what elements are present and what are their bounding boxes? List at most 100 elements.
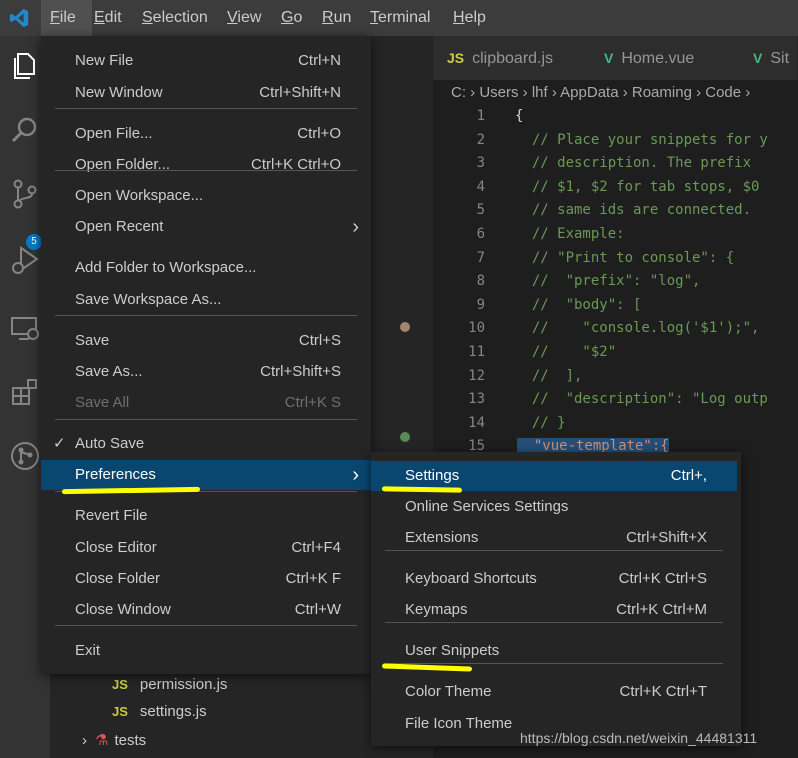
line-number: 12 xyxy=(468,367,485,384)
js-file-icon: JS xyxy=(447,50,465,66)
js-file-icon: JS xyxy=(112,677,128,692)
menu-item-label: Close Folder xyxy=(75,570,161,587)
menu-terminal[interactable]: Terminal xyxy=(370,0,430,36)
menu-item-save-as[interactable]: Save As... Ctrl+Shift+S xyxy=(41,357,371,387)
submenu-item-extensions[interactable]: Extensions Ctrl+Shift+X xyxy=(371,523,737,553)
menu-item-label: Open Workspace... xyxy=(75,187,204,204)
menu-separator xyxy=(55,419,357,420)
tab-home-vue[interactable]: V Home.vue xyxy=(586,36,741,80)
line-number: 13 xyxy=(468,391,485,408)
js-file-icon: JS xyxy=(112,704,128,719)
menu-item-save-all[interactable]: Save All Ctrl+K S xyxy=(41,388,371,418)
menu-item-label: Close Editor xyxy=(75,539,157,556)
watermark: https://blog.csdn.net/weixin_44481311 xyxy=(520,730,758,746)
menu-item-preferences[interactable]: Preferences › xyxy=(41,460,371,490)
menu-item-open-recent[interactable]: Open Recent › xyxy=(41,212,371,242)
menu-run[interactable]: Run xyxy=(322,0,351,36)
test-folder-icon: ⚗ xyxy=(95,732,109,749)
menu-item-label: Save Workspace As... xyxy=(75,291,222,308)
code-line: // $1, $2 for tab stops, $0 xyxy=(515,178,760,195)
menu-item-close-editor[interactable]: Close Editor Ctrl+F4 xyxy=(41,533,371,563)
line-number: 10 xyxy=(468,320,485,337)
menu-item-label: New Window xyxy=(75,84,163,101)
search-icon[interactable] xyxy=(9,114,41,146)
menu-item-add-folder-to-workspace[interactable]: Add Folder to Workspace... xyxy=(41,253,371,283)
menubar: File Edit Selection View Go Run Terminal… xyxy=(0,0,798,36)
vue-file-icon: V xyxy=(753,50,763,66)
tree-item-file[interactable]: JS permission.js xyxy=(112,676,227,693)
menu-item-shortcut: Ctrl+Shift+S xyxy=(260,363,341,380)
menu-item-label: Open File... xyxy=(75,125,153,142)
menu-item-label: Online Services Settings xyxy=(405,498,569,515)
menu-item-label: Preferences xyxy=(75,466,156,483)
menu-item-shortcut: Ctrl+K Ctrl+S xyxy=(618,570,707,587)
code-line: // "body": [ xyxy=(515,296,642,313)
menu-item-shortcut: Ctrl+K Ctrl+M xyxy=(616,601,707,618)
code-line: // ], xyxy=(515,367,583,384)
extensions-icon[interactable] xyxy=(9,376,41,408)
tree-item-folder[interactable]: › ⚗ tests xyxy=(82,731,146,749)
submenu-item-online-services-settings[interactable]: Online Services Settings xyxy=(371,492,737,522)
menu-item-shortcut: Ctrl+N xyxy=(298,52,341,69)
line-number: 8 xyxy=(476,273,485,290)
breadcrumb[interactable]: C: › Users › lhf › AppData › Roaming › C… xyxy=(451,84,750,106)
menu-item-exit[interactable]: Exit xyxy=(41,636,371,666)
menu-separator xyxy=(385,663,723,664)
run-debug-icon[interactable] xyxy=(9,244,41,276)
line-number: 2 xyxy=(476,131,485,148)
menu-item-open-file[interactable]: Open File... Ctrl+O xyxy=(41,119,371,149)
menu-separator xyxy=(55,108,357,109)
submenu-item-keyboard-shortcuts[interactable]: Keyboard Shortcuts Ctrl+K Ctrl+S xyxy=(371,564,737,594)
menu-item-label: Close Window xyxy=(75,601,171,618)
menu-item-label: Color Theme xyxy=(405,683,492,700)
menu-item-auto-save[interactable]: ✓ Auto Save xyxy=(41,429,371,459)
menu-selection[interactable]: Selection xyxy=(142,0,208,36)
menu-item-shortcut: Ctrl+, xyxy=(670,467,707,484)
menu-view[interactable]: View xyxy=(227,0,261,36)
git-graph-icon[interactable] xyxy=(9,440,41,472)
vscode-logo-icon xyxy=(9,8,29,28)
menu-item-open-workspace[interactable]: Open Workspace... xyxy=(41,181,371,211)
explorer-icon[interactable] xyxy=(9,50,41,82)
menu-item-label: Auto Save xyxy=(75,435,145,452)
menu-item-revert-file[interactable]: Revert File xyxy=(41,501,371,531)
menu-file[interactable]: File xyxy=(41,0,92,36)
tree-item-file[interactable]: JS settings.js xyxy=(112,703,207,720)
menu-item-label: User Snippets xyxy=(405,642,500,659)
menu-item-shortcut: Ctrl+K Ctrl+T xyxy=(619,683,707,700)
tab-clipboard-js[interactable]: JS clipboard.js xyxy=(433,36,600,80)
source-control-icon[interactable] xyxy=(9,178,41,210)
check-icon: ✓ xyxy=(53,435,66,452)
menu-item-new-window[interactable]: New Window Ctrl+Shift+N xyxy=(41,78,371,108)
menu-item-shortcut: Ctrl+F4 xyxy=(291,539,341,556)
menu-edit[interactable]: Edit xyxy=(94,0,122,36)
menu-item-shortcut: Ctrl+O xyxy=(297,125,341,142)
code-line: // "console.log('$1');", xyxy=(515,320,760,337)
menu-item-close-folder[interactable]: Close Folder Ctrl+K F xyxy=(41,564,371,594)
file-menu: New File Ctrl+N New Window Ctrl+Shift+N Open… xyxy=(41,36,371,674)
line-number: 11 xyxy=(468,344,485,360)
vue-file-icon: V xyxy=(604,50,614,66)
menu-go[interactable]: Go xyxy=(281,0,302,36)
menu-item-save[interactable]: Save Ctrl+S xyxy=(41,326,371,356)
line-number: 5 xyxy=(476,202,485,219)
menu-item-label: Extensions xyxy=(405,529,479,546)
menu-item-shortcut: Ctrl+K F xyxy=(285,570,341,587)
menu-item-new-file[interactable]: New File Ctrl+N xyxy=(41,46,371,76)
submenu-item-user-snippets[interactable]: User Snippets xyxy=(371,636,737,666)
submenu-item-keymaps[interactable]: Keymaps Ctrl+K Ctrl+M xyxy=(371,595,737,625)
chevron-right-icon: › xyxy=(352,464,359,486)
chevron-right-icon: › xyxy=(82,732,87,749)
code-line: // "prefix": "log", xyxy=(515,273,701,290)
menu-help[interactable]: Help xyxy=(453,0,486,36)
menu-separator xyxy=(55,625,357,626)
submenu-item-color-theme[interactable]: Color Theme Ctrl+K Ctrl+T xyxy=(371,677,737,707)
menu-item-open-folder[interactable]: Open Folder... Ctrl+K Ctrl+O xyxy=(41,150,371,180)
menu-item-save-workspace-as[interactable]: Save Workspace As... xyxy=(41,285,371,315)
line-number: 9 xyxy=(476,296,485,313)
menu-item-shortcut: Ctrl+S xyxy=(298,332,341,349)
line-number: 6 xyxy=(476,226,485,242)
remote-explorer-icon[interactable] xyxy=(9,312,41,344)
menu-item-close-window[interactable]: Close Window Ctrl+W xyxy=(41,595,371,625)
tab-site-vue[interactable]: V Sit xyxy=(739,36,798,80)
